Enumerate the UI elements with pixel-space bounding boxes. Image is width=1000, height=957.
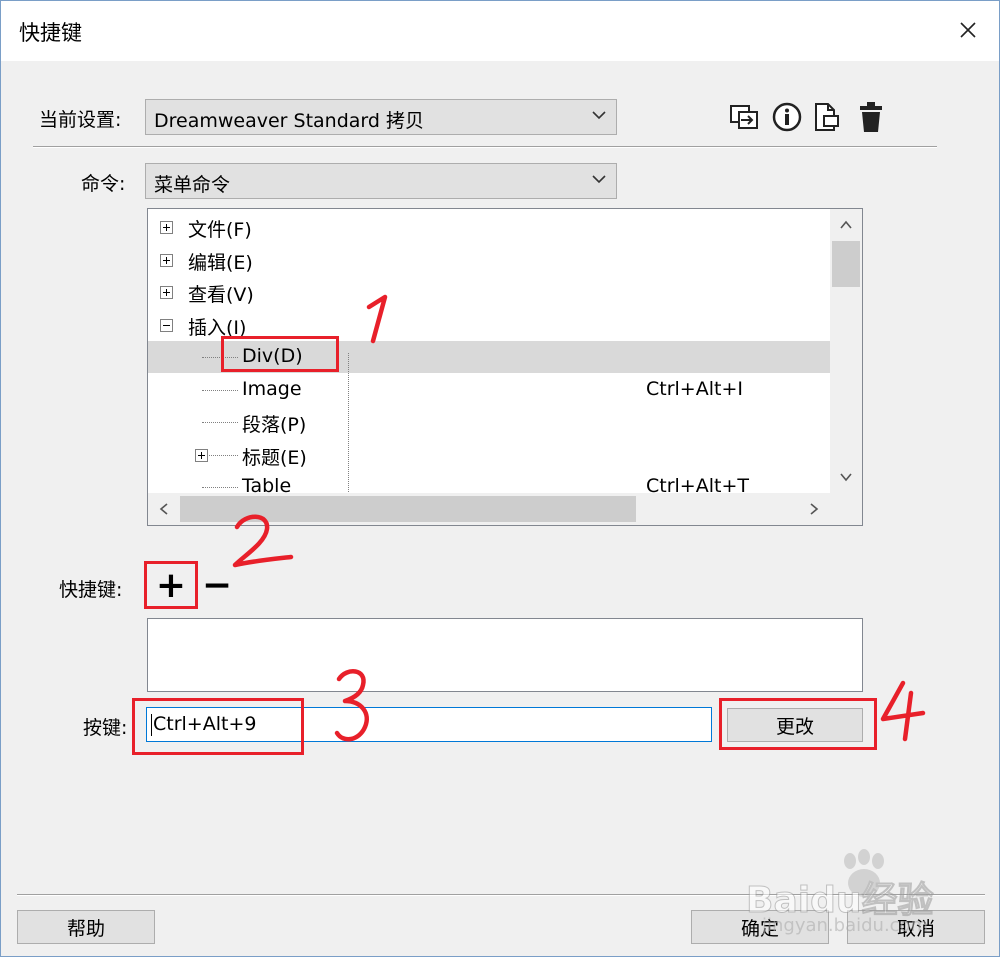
expand-icon[interactable]	[195, 448, 208, 462]
tree-item[interactable]: 段落(P)	[148, 406, 830, 438]
tree-item-label: 编辑(E)	[188, 251, 253, 274]
scroll-right-button[interactable]	[798, 493, 830, 525]
chevron-down-icon	[592, 175, 606, 184]
tree-connector	[202, 487, 238, 489]
tree-item-label: 插入(I)	[188, 316, 247, 339]
current-set-select[interactable]: Dreamweaver Standard 拷贝	[145, 99, 617, 135]
tree-item[interactable]: 标题(E)	[148, 439, 830, 471]
keystroke-label: 按键:	[83, 717, 128, 739]
export-icon	[815, 103, 839, 131]
expand-icon[interactable]	[160, 286, 173, 299]
current-set-label: 当前设置:	[39, 109, 122, 131]
tree-item-label: Image	[242, 377, 302, 400]
tree-connector	[202, 422, 238, 424]
keystroke-value: Ctrl+Alt+9	[153, 713, 257, 735]
ok-button[interactable]: 确定	[691, 910, 829, 944]
help-button[interactable]: 帮助	[17, 910, 155, 944]
command-tree[interactable]: 文件(F) 编辑(E) 查看(V) 插入(I) Div(D) Image Ctrl+Alt+…	[147, 208, 863, 526]
commands-select[interactable]: 菜单命令	[145, 163, 617, 199]
import-button[interactable]	[727, 99, 763, 135]
remove-shortcut-button[interactable]: −	[197, 563, 237, 607]
close-button[interactable]	[951, 13, 985, 47]
add-shortcut-button[interactable]: +	[149, 563, 193, 607]
chevron-right-icon	[810, 503, 819, 515]
divider	[33, 146, 937, 148]
tree-connector	[202, 389, 238, 392]
tree-item[interactable]: 插入(I)	[148, 309, 830, 341]
commands-label: 命令:	[81, 173, 126, 195]
minus-icon: −	[201, 564, 233, 606]
info-button[interactable]	[769, 99, 805, 135]
tree-item-label: 查看(V)	[188, 284, 254, 306]
paw-icon	[844, 849, 884, 897]
scroll-down-button[interactable]	[830, 461, 862, 493]
window-title: 快捷键	[19, 21, 82, 45]
tree-item-label: Div(D)	[242, 345, 303, 367]
chevron-left-icon	[159, 503, 168, 515]
tree-item[interactable]: 查看(V)	[148, 276, 830, 308]
tree-item-shortcut: Ctrl+Alt+I	[646, 377, 743, 400]
tree-item[interactable]: Image Ctrl+Alt+I	[148, 374, 830, 406]
shortcuts-label: 快捷键:	[59, 579, 123, 601]
tree-connector	[209, 454, 238, 457]
horizontal-scroll-thumb[interactable]	[180, 496, 636, 522]
collapse-icon[interactable]	[160, 318, 173, 332]
title-bar: 快捷键	[1, 1, 999, 61]
tree-item[interactable]: Div(D)	[148, 341, 830, 373]
tree-item-label: 文件(F)	[188, 219, 252, 241]
tree-item-label: 段落(P)	[242, 414, 307, 436]
scrollbar-corner	[830, 493, 862, 525]
commands-value: 菜单命令	[154, 174, 231, 196]
tree-item-label: 标题(E)	[242, 446, 307, 469]
change-button[interactable]: 更改	[727, 708, 863, 742]
shortcut-dialog: 快捷键 当前设置: Dreamweaver Standard 拷贝 命令: 菜单…	[0, 0, 1000, 957]
scroll-left-button[interactable]	[148, 493, 180, 525]
vertical-scrollbar[interactable]	[830, 209, 862, 493]
keystroke-input[interactable]: Ctrl+Alt+9	[146, 707, 712, 742]
vertical-scroll-thumb[interactable]	[832, 241, 860, 287]
shortcut-list[interactable]	[147, 618, 863, 692]
scroll-up-button[interactable]	[830, 209, 862, 241]
plus-icon: +	[155, 564, 187, 606]
tree-item[interactable]: 编辑(E)	[148, 244, 830, 276]
current-set-value: Dreamweaver Standard 拷贝	[154, 110, 424, 132]
chevron-down-icon	[840, 473, 852, 482]
close-icon	[960, 22, 976, 38]
tree-connector	[202, 357, 238, 359]
horizontal-scrollbar[interactable]	[148, 493, 830, 525]
chevron-up-icon	[840, 220, 852, 229]
tree-connector	[348, 353, 350, 498]
annotation-number-4: 4	[880, 680, 926, 742]
export-button[interactable]	[809, 99, 845, 135]
tree-item[interactable]: 文件(F)	[148, 211, 830, 243]
footer-divider	[17, 894, 985, 896]
delete-set-button[interactable]	[853, 99, 889, 135]
import-icon	[730, 105, 758, 129]
expand-icon[interactable]	[160, 253, 173, 267]
delete-icon	[860, 102, 882, 132]
info-icon	[772, 102, 802, 132]
chevron-down-icon	[592, 111, 606, 120]
cancel-button[interactable]: 取消	[847, 910, 985, 944]
expand-icon[interactable]	[160, 221, 173, 234]
text-caret	[151, 714, 152, 736]
